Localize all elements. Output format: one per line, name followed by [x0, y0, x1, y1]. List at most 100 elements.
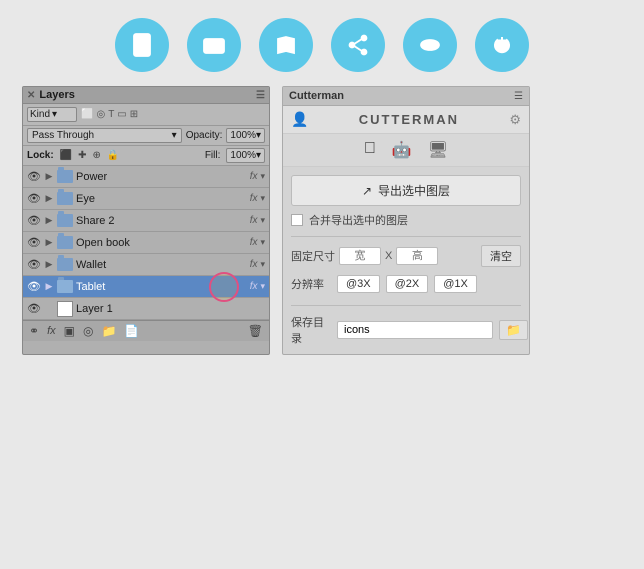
layer-expand-share2[interactable]: ▶ [44, 215, 54, 226]
res-3x-button[interactable]: @3X [337, 275, 380, 293]
layer-folder-openbook [57, 236, 73, 249]
merge-row: 合并导出选中的图层 [291, 212, 521, 228]
resolution-label: 分辨率 [291, 276, 331, 292]
opacity-dropdown[interactable]: 100% ▾ [226, 128, 265, 143]
blend-arrow: ▾ [172, 130, 177, 141]
kind-dropdown[interactable]: Kind ▾ [27, 107, 77, 122]
apple-icon[interactable]:  [364, 140, 376, 160]
cutterman-menu-icon[interactable]: ☰ [514, 91, 523, 102]
add-layer-style-icon[interactable]: ▣ [64, 324, 75, 338]
link-icon[interactable]: ⚭ [29, 324, 39, 338]
layer-row-openbook[interactable]: 👁 ▶ Open book fx ▾ [23, 232, 269, 254]
tablet-icon-btn[interactable] [115, 18, 169, 72]
power-icon-btn[interactable] [475, 18, 529, 72]
layer-expand-tablet[interactable]: ▶ [44, 281, 54, 292]
layer-row-layer1[interactable]: 👁 ▶ Layer 1 [23, 298, 269, 320]
layer-thumbnail-layer1 [57, 301, 73, 317]
layer-folder-eye [57, 192, 73, 205]
layer-eye-eye[interactable]: 👁 [27, 192, 41, 205]
res-1x-button[interactable]: @1X [434, 275, 477, 293]
book-icon-btn[interactable] [259, 18, 313, 72]
resolution-row: 分辨率 @3X @2X @1X [291, 275, 521, 293]
filter-type-icon[interactable]: T [108, 109, 114, 120]
export-label: 导出选中图层 [378, 182, 450, 199]
cutterman-user-icon[interactable]: 👤 [291, 111, 308, 128]
new-layer-icon[interactable]: 📄 [124, 324, 139, 338]
top-icons-row [0, 0, 644, 86]
layer-eye-tablet[interactable]: 👁 [27, 280, 41, 293]
layer-eye-layer1[interactable]: 👁 [27, 302, 41, 315]
height-input[interactable] [396, 247, 438, 265]
new-group-icon[interactable]: 📁 [101, 324, 116, 338]
fixed-size-label: 固定尺寸 [291, 248, 335, 264]
layer-arrow-wallet[interactable]: ▾ [260, 259, 265, 270]
filter-adjust-icon[interactable]: ◎ [96, 109, 105, 120]
cutterman-gear-icon[interactable]: ⚙ [509, 112, 521, 128]
save-dir-row: 保存目录 📁 [291, 314, 521, 346]
delete-layer-icon[interactable]: 🗑 [248, 324, 263, 338]
wallet-icon-btn[interactable] [187, 18, 241, 72]
fill-dropdown[interactable]: 100% ▾ [226, 148, 265, 163]
layer-fx-share2: fx [250, 215, 258, 226]
layer-expand-wallet[interactable]: ▶ [44, 259, 54, 270]
layer-folder-power [57, 170, 73, 183]
fx-icon[interactable]: fx [47, 325, 56, 337]
fixed-size-row: 固定尺寸 X 清空 [291, 245, 521, 267]
lock-artboard-icon[interactable]: ⊕ [93, 150, 101, 161]
divider-1 [291, 236, 521, 237]
blend-mode-dropdown[interactable]: Pass Through ▾ [27, 128, 182, 143]
merge-checkbox[interactable] [291, 214, 303, 226]
layer-arrow-eye[interactable]: ▾ [260, 193, 265, 204]
layers-lock-row: Lock: ⬛ ✚ ⊕ 🔒 Fill: 100% ▾ [23, 146, 269, 166]
layer-eye-openbook[interactable]: 👁 [27, 236, 41, 249]
width-input[interactable] [339, 247, 381, 265]
layer-eye-power[interactable]: 👁 [27, 170, 41, 183]
layer-arrow-share2[interactable]: ▾ [260, 215, 265, 226]
layer-row-power[interactable]: 👁 ▶ Power fx ▾ [23, 166, 269, 188]
divider-2 [291, 305, 521, 306]
layer-filter-icons: ⬜ ◎ T ▭ ⊞ [81, 109, 138, 120]
layers-footer: ⚭ fx ▣ ◎ 📁 📄 🗑 [23, 320, 269, 341]
layer-eye-share2[interactable]: 👁 [27, 214, 41, 227]
android-icon[interactable]: 🤖 [392, 140, 412, 160]
desktop-icon[interactable]: 🖥 [428, 140, 448, 160]
layer-row-eye[interactable]: 👁 ▶ Eye fx ▾ [23, 188, 269, 210]
layer-arrow-tablet[interactable]: ▾ [260, 281, 265, 292]
layer-row-tablet[interactable]: 👁 ▶ Tablet fx ▾ [23, 276, 269, 298]
filter-smart-icon[interactable]: ⊞ [130, 109, 138, 120]
x-label: X [385, 250, 392, 262]
layer-expand-layer1[interactable]: ▶ [44, 303, 54, 314]
share-icon-btn[interactable] [331, 18, 385, 72]
layer-arrow-openbook[interactable]: ▾ [260, 237, 265, 248]
layers-close[interactable]: ✕ [27, 90, 35, 101]
save-dir-input[interactable] [337, 321, 493, 339]
layers-panel: ✕ Layers ☰ Kind ▾ ⬜ ◎ T ▭ ⊞ Pass Through [22, 86, 270, 355]
layer-folder-tablet [57, 280, 73, 293]
layer-expand-eye[interactable]: ▶ [44, 193, 54, 204]
layer-name-power: Power [76, 171, 247, 183]
export-button[interactable]: ↗ 导出选中图层 [291, 175, 521, 206]
eye-icon-btn[interactable] [403, 18, 457, 72]
lock-pixels-icon[interactable]: ⬛ [60, 150, 72, 161]
layer-row-wallet[interactable]: 👁 ▶ Wallet fx ▾ [23, 254, 269, 276]
kind-label: Kind [30, 109, 50, 120]
opacity-value: 100% [230, 130, 256, 141]
layer-expand-openbook[interactable]: ▶ [44, 237, 54, 248]
lock-all-icon[interactable]: 🔒 [107, 150, 119, 161]
filter-shape-icon[interactable]: ▭ [117, 109, 126, 120]
browse-folder-button[interactable]: 📁 [499, 320, 528, 340]
layer-expand-power[interactable]: ▶ [44, 171, 54, 182]
layers-titlebar: ✕ Layers ☰ [23, 87, 269, 104]
layer-folder-share2 [57, 214, 73, 227]
filter-image-icon[interactable]: ⬜ [81, 109, 93, 120]
lock-move-icon[interactable]: ✚ [78, 150, 86, 161]
layers-menu-icon[interactable]: ☰ [256, 90, 265, 101]
layer-eye-wallet[interactable]: 👁 [27, 258, 41, 271]
clear-button[interactable]: 清空 [481, 245, 521, 267]
layer-arrow-power[interactable]: ▾ [260, 171, 265, 182]
layer-row-share2[interactable]: 👁 ▶ Share 2 fx ▾ [23, 210, 269, 232]
cutterman-os-row:  🤖 🖥 [283, 134, 529, 167]
layers-search-row: Kind ▾ ⬜ ◎ T ▭ ⊞ [23, 104, 269, 126]
create-mask-icon[interactable]: ◎ [83, 324, 93, 338]
res-2x-button[interactable]: @2X [386, 275, 429, 293]
